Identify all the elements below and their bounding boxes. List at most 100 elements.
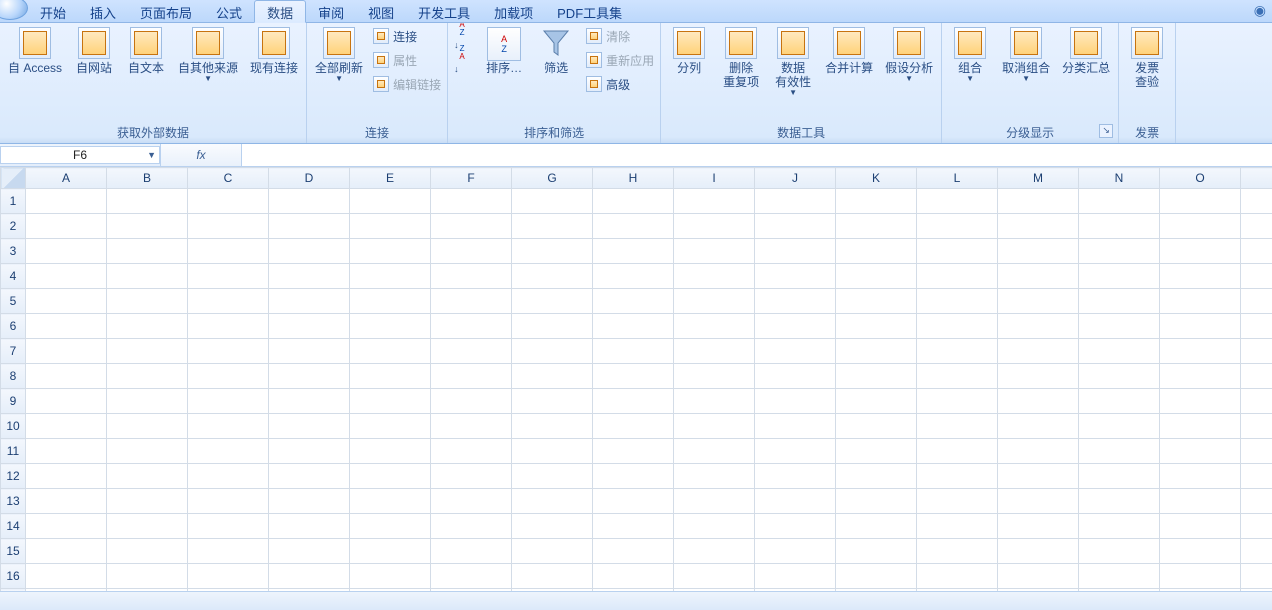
cell-P10[interactable] [1241,414,1272,439]
row-header-5[interactable]: 5 [1,289,26,314]
data-validation-button[interactable]: 数据 有效性▼ [769,25,817,99]
cell-C16[interactable] [188,564,269,589]
formula-input[interactable] [242,144,1272,166]
cell-A8[interactable] [26,364,107,389]
cell-E4[interactable] [350,264,431,289]
filter-button[interactable]: 筛选 [532,25,580,77]
cell-E11[interactable] [350,439,431,464]
remove-duplicates-button[interactable]: 删除 重复项 [717,25,765,91]
cell-I6[interactable] [674,314,755,339]
cell-P1[interactable] [1241,189,1272,214]
cell-P6[interactable] [1241,314,1272,339]
cell-J4[interactable] [755,264,836,289]
cell-A5[interactable] [26,289,107,314]
cell-P9[interactable] [1241,389,1272,414]
cell-J10[interactable] [755,414,836,439]
cell-E16[interactable] [350,564,431,589]
cell-I15[interactable] [674,539,755,564]
cell-C4[interactable] [188,264,269,289]
cell-P7[interactable] [1241,339,1272,364]
cell-A16[interactable] [26,564,107,589]
cell-H4[interactable] [593,264,674,289]
cell-B10[interactable] [107,414,188,439]
column-header-B[interactable]: B [107,168,188,189]
cell-E13[interactable] [350,489,431,514]
cell-E3[interactable] [350,239,431,264]
cell-B13[interactable] [107,489,188,514]
cell-K7[interactable] [836,339,917,364]
cell-K16[interactable] [836,564,917,589]
cell-C12[interactable] [188,464,269,489]
cell-A10[interactable] [26,414,107,439]
consolidate-button[interactable]: 合并计算 [821,25,877,77]
cell-K15[interactable] [836,539,917,564]
cell-E7[interactable] [350,339,431,364]
cell-H12[interactable] [593,464,674,489]
cell-H8[interactable] [593,364,674,389]
cell-G2[interactable] [512,214,593,239]
ungroup-button[interactable]: 取消组合▼ [998,25,1054,85]
cell-O16[interactable] [1160,564,1241,589]
cell-L8[interactable] [917,364,998,389]
from-access-button[interactable]: 自 Access [4,25,66,77]
cell-M2[interactable] [998,214,1079,239]
cell-A13[interactable] [26,489,107,514]
cell-K14[interactable] [836,514,917,539]
cell-H7[interactable] [593,339,674,364]
cell-C8[interactable] [188,364,269,389]
cell-O14[interactable] [1160,514,1241,539]
row-header-12[interactable]: 12 [1,464,26,489]
cell-E6[interactable] [350,314,431,339]
cell-B3[interactable] [107,239,188,264]
sort-desc-button[interactable]: ZA↓ [452,49,476,71]
tab-公式[interactable]: 公式 [204,0,254,22]
clear-button[interactable]: 清除 [584,25,656,47]
cell-F13[interactable] [431,489,512,514]
cell-P14[interactable] [1241,514,1272,539]
cell-L15[interactable] [917,539,998,564]
cell-K11[interactable] [836,439,917,464]
cell-C7[interactable] [188,339,269,364]
cell-P8[interactable] [1241,364,1272,389]
cell-N16[interactable] [1079,564,1160,589]
cell-G13[interactable] [512,489,593,514]
cell-E1[interactable] [350,189,431,214]
cell-J13[interactable] [755,489,836,514]
cell-I2[interactable] [674,214,755,239]
worksheet-grid[interactable]: ABCDEFGHIJKLMNOP 12345678910111213141516… [0,167,1272,610]
cell-B16[interactable] [107,564,188,589]
cell-O8[interactable] [1160,364,1241,389]
cell-O9[interactable] [1160,389,1241,414]
row-header-14[interactable]: 14 [1,514,26,539]
cell-H1[interactable] [593,189,674,214]
row-header-10[interactable]: 10 [1,414,26,439]
cell-E9[interactable] [350,389,431,414]
column-header-J[interactable]: J [755,168,836,189]
cell-N4[interactable] [1079,264,1160,289]
cell-F12[interactable] [431,464,512,489]
cell-L12[interactable] [917,464,998,489]
cell-B5[interactable] [107,289,188,314]
tab-加载项[interactable]: 加载项 [482,0,545,22]
cell-F10[interactable] [431,414,512,439]
cell-J15[interactable] [755,539,836,564]
cell-N9[interactable] [1079,389,1160,414]
cell-D8[interactable] [269,364,350,389]
cell-N13[interactable] [1079,489,1160,514]
what-if-button[interactable]: 假设分析▼ [881,25,937,85]
cell-B9[interactable] [107,389,188,414]
tab-数据[interactable]: 数据 [254,0,306,23]
column-header-L[interactable]: L [917,168,998,189]
cell-J9[interactable] [755,389,836,414]
cell-A2[interactable] [26,214,107,239]
column-header-M[interactable]: M [998,168,1079,189]
tab-视图[interactable]: 视图 [356,0,406,22]
cell-P11[interactable] [1241,439,1272,464]
help-icon[interactable]: ◉ [1254,2,1266,19]
cell-I12[interactable] [674,464,755,489]
cell-M14[interactable] [998,514,1079,539]
cell-N6[interactable] [1079,314,1160,339]
cell-F15[interactable] [431,539,512,564]
dialog-launcher-icon[interactable]: ↘ [1099,124,1113,138]
cell-M16[interactable] [998,564,1079,589]
